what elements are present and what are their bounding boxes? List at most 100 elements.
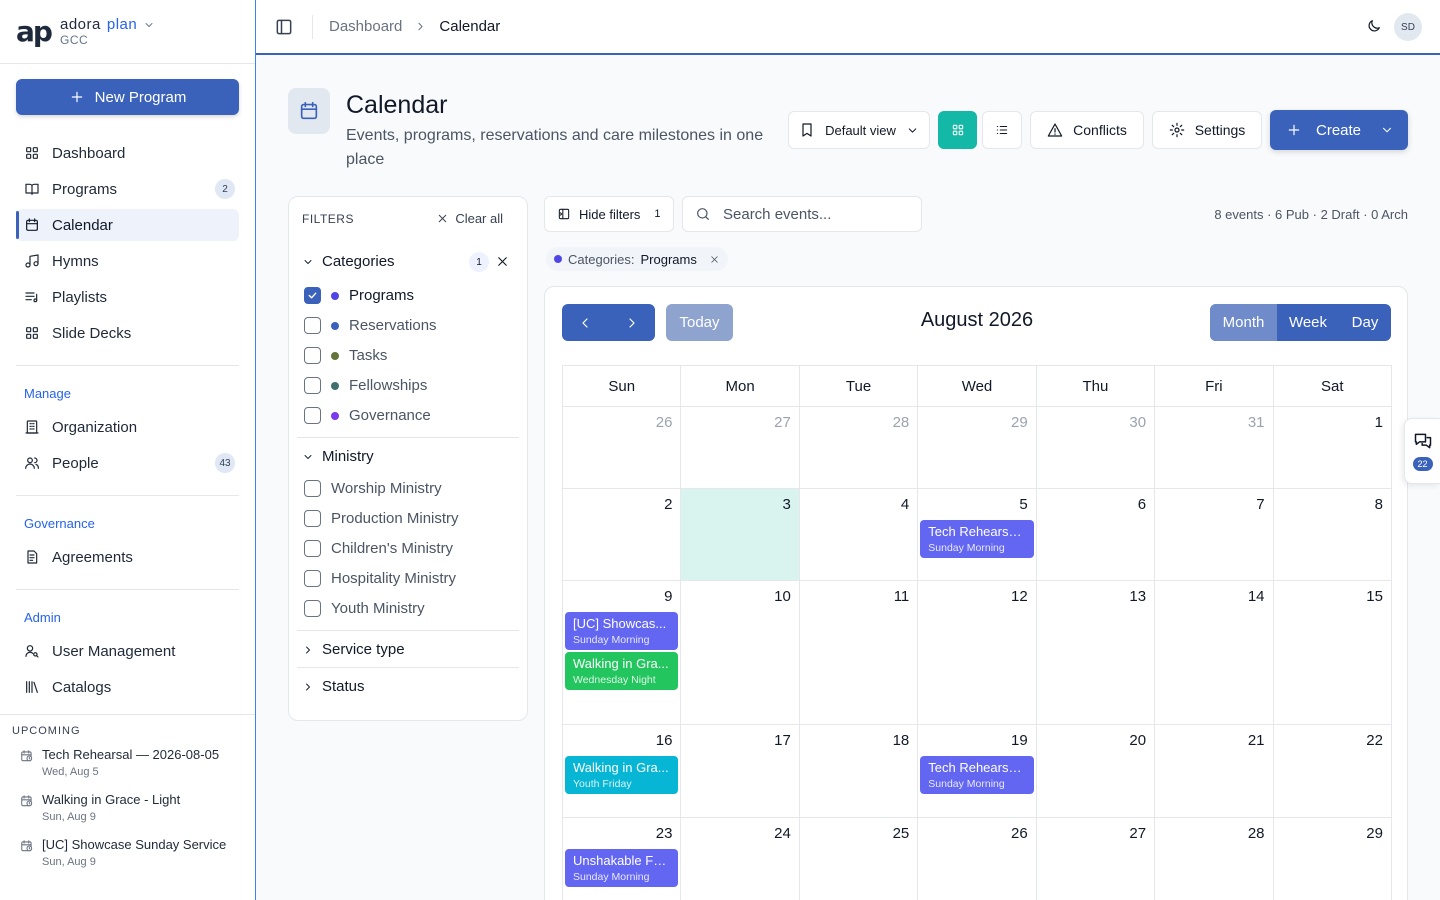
categories-group-toggle[interactable]: Categories (302, 253, 395, 270)
day-cell[interactable]: 20 (1036, 725, 1156, 818)
day-cell[interactable]: 22 (1273, 725, 1392, 818)
day-cell-today[interactable]: 3 (681, 489, 800, 581)
day-cell[interactable]: 27 (681, 407, 800, 489)
chevron-down-icon[interactable] (143, 19, 155, 31)
search-input[interactable] (723, 205, 913, 223)
ministry-option[interactable]: Children's Ministry (304, 540, 453, 557)
checkbox[interactable] (304, 317, 321, 334)
checkbox[interactable] (304, 377, 321, 394)
day-cell[interactable]: 29 (1274, 818, 1392, 900)
hide-filters-button[interactable]: Hide filters 1 (544, 196, 674, 232)
event-block[interactable]: Tech Rehearsa... Sunday Morning (920, 520, 1034, 558)
view-week[interactable]: Week (1277, 304, 1339, 341)
clear-all-button[interactable]: Clear all (436, 211, 503, 226)
chevron-down-icon[interactable] (1380, 123, 1394, 137)
event-block[interactable]: Tech Rehearsa... Sunday Morning (920, 756, 1034, 794)
day-cell[interactable]: 18 (799, 725, 919, 818)
nav-catalogs[interactable]: Catalogs (16, 671, 239, 703)
day-cell[interactable]: 9 [UC] Showcas... Sunday Morning Walking in… (563, 581, 682, 725)
service-type-group-toggle[interactable]: Service type (302, 641, 405, 658)
day-cell[interactable]: 7 (1155, 489, 1274, 581)
event-block[interactable]: [UC] Showcas... Sunday Morning (565, 612, 679, 650)
status-group-toggle[interactable]: Status (302, 678, 365, 695)
day-cell[interactable]: 30 (1036, 407, 1156, 489)
day-cell[interactable]: 25 (800, 818, 919, 900)
day-cell[interactable]: 27 (1037, 818, 1156, 900)
close-icon[interactable] (709, 254, 720, 265)
day-cell[interactable]: 5 Tech Rehearsa... Sunday Morning (918, 489, 1037, 581)
brand[interactable]: ap adora plan GCC (0, 0, 255, 64)
settings-button[interactable]: Settings (1152, 111, 1262, 149)
day-cell[interactable]: 12 (918, 581, 1037, 725)
event-block[interactable]: Walking in Gra... Wednesday Night (565, 652, 679, 690)
day-cell[interactable]: 26 (563, 407, 682, 489)
checkbox[interactable] (304, 600, 321, 617)
day-cell[interactable]: 2 (563, 489, 682, 581)
avatar[interactable]: SD (1394, 13, 1422, 41)
day-cell[interactable]: 11 (799, 581, 919, 725)
breadcrumb-dashboard[interactable]: Dashboard (329, 18, 402, 35)
view-day[interactable]: Day (1339, 304, 1391, 341)
list-view-button[interactable] (982, 111, 1022, 149)
nav-organization[interactable]: Organization (16, 411, 239, 443)
day-cell[interactable]: 19 Tech Rehearsa... Sunday Morning (918, 725, 1037, 818)
grid-view-button[interactable] (938, 111, 977, 149)
category-option[interactable]: Tasks (304, 347, 387, 364)
category-option[interactable]: Governance (304, 407, 431, 424)
sidebar-toggle-icon[interactable] (274, 17, 294, 37)
nav-calendar[interactable]: Calendar (16, 209, 239, 241)
upcoming-item[interactable]: [UC] Showcase Sunday Service Sun, Aug 9 (12, 837, 255, 868)
ministry-group-toggle[interactable]: Ministry (302, 448, 374, 465)
day-cell[interactable]: 23 Unshakable Fa... Sunday Morning (563, 818, 682, 900)
day-cell[interactable]: 26 (918, 818, 1037, 900)
day-cell[interactable]: 17 (681, 725, 800, 818)
moon-icon[interactable] (1366, 18, 1382, 34)
checkbox[interactable] (304, 480, 321, 497)
day-cell[interactable]: 28 (799, 407, 919, 489)
comments-widget[interactable]: 22 (1404, 418, 1440, 484)
day-cell[interactable]: 4 (799, 489, 919, 581)
new-program-button[interactable]: New Program (16, 79, 239, 115)
nav-dashboard[interactable]: Dashboard (16, 137, 239, 169)
nav-programs[interactable]: Programs 2 (16, 173, 239, 205)
category-option[interactable]: Programs (304, 287, 414, 304)
day-cell[interactable]: 13 (1036, 581, 1156, 725)
nav-playlists[interactable]: Playlists (16, 281, 239, 313)
day-cell[interactable]: 21 (1155, 725, 1274, 818)
checkbox[interactable] (304, 540, 321, 557)
checkbox[interactable] (304, 407, 321, 424)
ministry-option[interactable]: Hospitality Ministry (304, 570, 456, 587)
upcoming-item[interactable]: Walking in Grace - Light Sun, Aug 9 (12, 792, 255, 823)
nav-hymns[interactable]: Hymns (16, 245, 239, 277)
day-cell[interactable]: 1 (1273, 407, 1392, 489)
day-cell[interactable]: 16 Walking in Gra... Youth Friday (563, 725, 682, 818)
day-cell[interactable]: 24 (681, 818, 800, 900)
event-block[interactable]: Unshakable Fa... Sunday Morning (565, 849, 679, 887)
upcoming-item[interactable]: Tech Rehearsal — 2026-08-05 Wed, Aug 5 (12, 747, 255, 778)
category-option[interactable]: Fellowships (304, 377, 427, 394)
checkbox[interactable] (304, 347, 321, 364)
day-cell[interactable]: 15 (1273, 581, 1392, 725)
day-cell[interactable]: 6 (1036, 489, 1156, 581)
ministry-option[interactable]: Youth Ministry (304, 600, 425, 617)
checkbox[interactable] (304, 510, 321, 527)
ministry-option[interactable]: Worship Ministry (304, 480, 442, 497)
conflicts-button[interactable]: Conflicts (1030, 111, 1144, 149)
nav-agreements[interactable]: Agreements (16, 541, 239, 573)
nav-user-management[interactable]: User Management (16, 635, 239, 667)
create-button[interactable]: Create (1270, 110, 1408, 150)
checkbox[interactable] (304, 570, 321, 587)
day-cell[interactable]: 10 (681, 581, 800, 725)
checkbox[interactable] (304, 287, 321, 304)
day-cell[interactable]: 29 (918, 407, 1037, 489)
ministry-option[interactable]: Production Ministry (304, 510, 459, 527)
close-icon[interactable] (495, 254, 510, 269)
category-option[interactable]: Reservations (304, 317, 437, 334)
day-cell[interactable]: 28 (1155, 818, 1274, 900)
default-view-select[interactable]: Default view (788, 111, 930, 149)
event-block[interactable]: Walking in Gra... Youth Friday (565, 756, 679, 794)
day-cell[interactable]: 14 (1155, 581, 1274, 725)
day-cell[interactable]: 8 (1273, 489, 1392, 581)
day-cell[interactable]: 31 (1155, 407, 1274, 489)
view-month[interactable]: Month (1210, 304, 1277, 341)
